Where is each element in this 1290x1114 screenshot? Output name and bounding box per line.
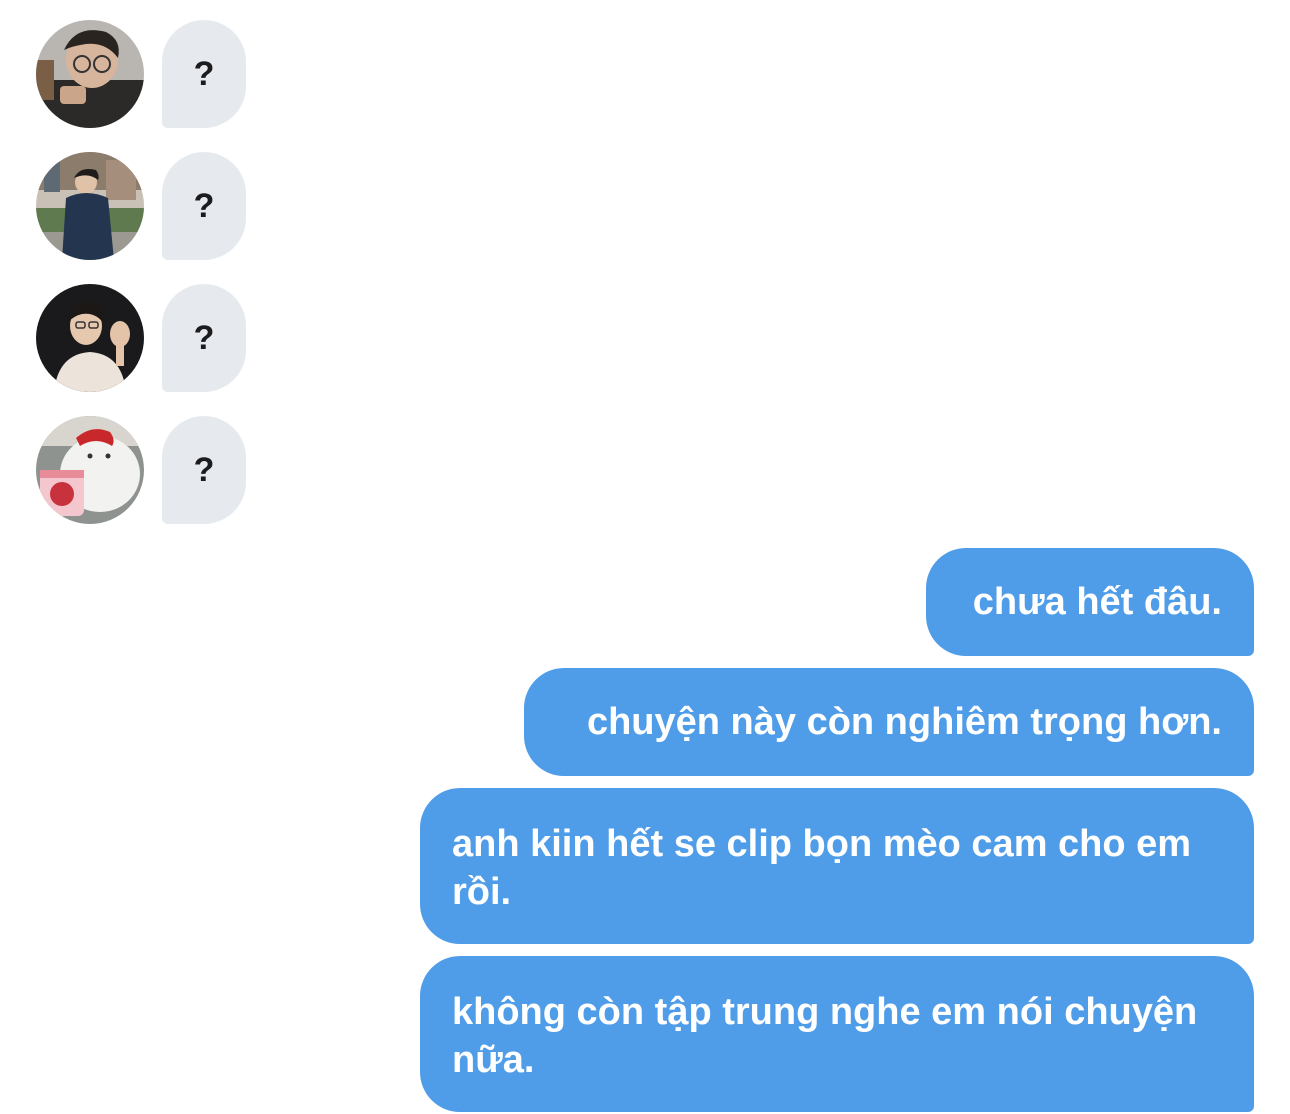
outgoing-bubble: không còn tập trung nghe em nói chuyện n… — [420, 956, 1254, 1112]
incoming-message-row: ? — [36, 152, 246, 260]
avatar-cartoon-bear-icon[interactable] — [36, 416, 144, 524]
incoming-message-row: ? — [36, 284, 246, 392]
incoming-bubble: ? — [162, 284, 246, 392]
outgoing-bubble: chuyện này còn nghiêm trọng hơn. — [524, 668, 1254, 776]
avatar-man-waving-icon[interactable] — [36, 284, 144, 392]
incoming-message-row: ? — [36, 416, 246, 524]
incoming-message-row: ? — [36, 20, 246, 128]
incoming-bubble: ? — [162, 152, 246, 260]
incoming-bubble: ? — [162, 20, 246, 128]
outgoing-bubble: chưa hết đâu. — [926, 548, 1254, 656]
outgoing-bubble: anh kiin hết se clip bọn mèo cam cho em … — [420, 788, 1254, 944]
chat-thread: ? ? ? ? chưa hết đâu. chuyện này còn ngh… — [0, 0, 1290, 1114]
avatar-man-glasses-icon[interactable] — [36, 20, 144, 128]
avatar-man-street-icon[interactable] — [36, 152, 144, 260]
incoming-bubble: ? — [162, 416, 246, 524]
